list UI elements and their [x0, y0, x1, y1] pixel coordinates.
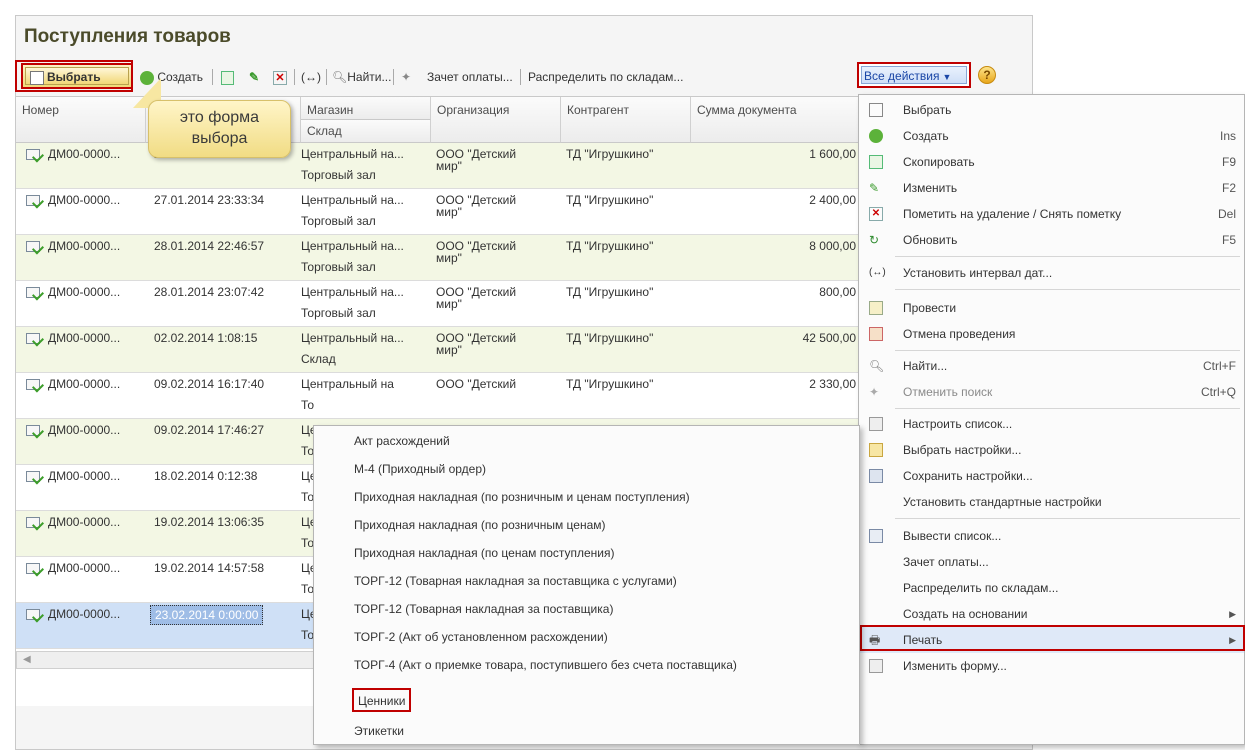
horizontal-scrollbar[interactable]: ◀ [16, 651, 316, 669]
delete-mark-button[interactable]: ✕ [273, 66, 287, 88]
column-header-sum[interactable]: Сумма документа [691, 97, 861, 143]
tooltip-callout: это форма выбора [148, 100, 291, 158]
column-header-shop[interactable]: Магазин [301, 97, 431, 120]
print-submenu: Акт расхождений М-4 (Приходный ордер) Пр… [313, 425, 860, 745]
print-item[interactable]: ТОРГ-4 (Акт о приемке товара, поступивше… [354, 652, 737, 678]
find-button[interactable]: 🔍︎Найти... [332, 66, 391, 88]
select-highlight [15, 60, 133, 92]
offset-payment-button[interactable]: Зачет оплаты... [427, 66, 513, 88]
column-header-warehouse[interactable]: Склад [301, 120, 431, 143]
submenu-arrow-icon: ▶ [1229, 609, 1236, 619]
save-settings-icon [869, 469, 883, 483]
refresh-icon: ↻ [869, 233, 880, 247]
page-title: Поступления товаров [24, 26, 231, 47]
print-item-price-tags[interactable]: Ценники [352, 688, 412, 712]
column-header-number[interactable]: Номер [16, 97, 146, 143]
menu-item-standard-settings[interactable]: Установить стандартные настройки [859, 489, 1244, 515]
menu-item-select[interactable]: Выбрать [859, 97, 1244, 123]
menu-item-copy[interactable]: Скопировать F9 [859, 149, 1244, 175]
menu-item-choose-settings[interactable]: Выбрать настройки... [859, 437, 1244, 463]
column-header-counterparty[interactable]: Контрагент [561, 97, 691, 143]
document-icon [26, 149, 40, 160]
print-item[interactable]: Этикетки [354, 718, 404, 744]
menu-item-create[interactable]: Создать Ins [859, 123, 1244, 149]
delete-mark-icon: ✕ [273, 70, 287, 85]
menu-item-output-list[interactable]: Вывести список... [859, 523, 1244, 549]
menu-item-distribute[interactable]: Распределить по складам... [859, 575, 1244, 601]
output-list-icon [869, 529, 883, 543]
document-icon [26, 563, 40, 574]
document-icon [26, 471, 40, 482]
all-actions-button[interactable]: Все действия ▼ [857, 62, 971, 88]
cancel-search-button[interactable]: ✦ [401, 66, 411, 88]
print-item[interactable]: Приходная накладная (по розничным ценам) [354, 512, 606, 538]
menu-item-list-settings[interactable]: Настроить список... [859, 411, 1244, 437]
list-settings-icon [869, 417, 883, 431]
menu-item-find[interactable]: 🔍︎ Найти... Ctrl+F [859, 353, 1244, 379]
menu-item-post[interactable]: Провести [859, 295, 1244, 321]
post-icon [869, 301, 883, 315]
menu-item-edit[interactable]: ✎ Изменить F2 [859, 175, 1244, 201]
menu-item-interval[interactable]: (↔) Установить интервал дат... [859, 260, 1244, 286]
document-icon [26, 425, 40, 436]
document-icon [26, 609, 40, 620]
menu-item-unpost[interactable]: Отмена проведения [859, 321, 1244, 347]
edit-button[interactable]: ✎ [249, 66, 259, 88]
copy-button[interactable] [221, 66, 234, 88]
chevron-down-icon: ▼ [942, 72, 952, 82]
print-item[interactable]: ТОРГ-12 (Товарная накладная за поставщик… [354, 596, 613, 622]
interval-button[interactable]: (↔) [301, 66, 321, 88]
document-icon [26, 517, 40, 528]
menu-item-refresh[interactable]: ↻ Обновить F5 [859, 227, 1244, 253]
print-highlight [860, 625, 1245, 651]
form-icon [869, 659, 883, 673]
print-item[interactable]: Приходная накладная (по розничным и цена… [354, 484, 690, 510]
search-icon: 🔍︎ [869, 359, 885, 373]
menu-item-change-form[interactable]: Изменить форму... [859, 653, 1244, 679]
menu-item-cancel-search[interactable]: ✦ Отменить поиск Ctrl+Q [859, 379, 1244, 405]
search-icon: 🔍︎ [332, 70, 348, 84]
interval-icon: (↔) [869, 267, 886, 278]
print-item[interactable]: ТОРГ-2 (Акт об установленном расхождении… [354, 624, 608, 650]
choose-settings-icon [869, 443, 883, 457]
print-item[interactable]: М-4 (Приходный ордер) [354, 456, 486, 482]
column-header-organization[interactable]: Организация [431, 97, 561, 143]
menu-item-create-based-on[interactable]: Создать на основании ▶ [859, 601, 1244, 627]
interval-icon: (↔) [301, 70, 321, 84]
document-icon [26, 287, 40, 298]
document-icon [26, 333, 40, 344]
unpost-icon [869, 327, 883, 341]
distribute-button[interactable]: Распределить по складам... [528, 66, 683, 88]
print-item[interactable]: Приходная накладная (по ценам поступлени… [354, 540, 615, 566]
menu-item-save-settings[interactable]: Сохранить настройки... [859, 463, 1244, 489]
help-icon[interactable]: ? [978, 66, 996, 84]
menu-item-delete-mark[interactable]: ✕ Пометить на удаление / Снять пометку Del [859, 201, 1244, 227]
select-icon [869, 103, 883, 117]
print-item[interactable]: ТОРГ-12 (Товарная накладная за поставщик… [354, 568, 677, 594]
print-item[interactable]: Акт расхождений [354, 428, 450, 454]
menu-item-offset-payment[interactable]: Зачет оплаты... [859, 549, 1244, 575]
scroll-left-icon: ◀ [23, 654, 31, 665]
document-icon [26, 379, 40, 390]
document-icon [26, 195, 40, 206]
pencil-icon: ✎ [249, 70, 260, 84]
delete-mark-icon: ✕ [869, 207, 883, 221]
plus-icon [869, 129, 883, 143]
copy-icon [221, 70, 234, 85]
document-icon [26, 241, 40, 252]
cancel-search-icon: ✦ [869, 385, 880, 399]
cancel-search-icon: ✦ [401, 70, 412, 84]
copy-icon [869, 155, 883, 169]
pencil-icon: ✎ [869, 181, 880, 195]
